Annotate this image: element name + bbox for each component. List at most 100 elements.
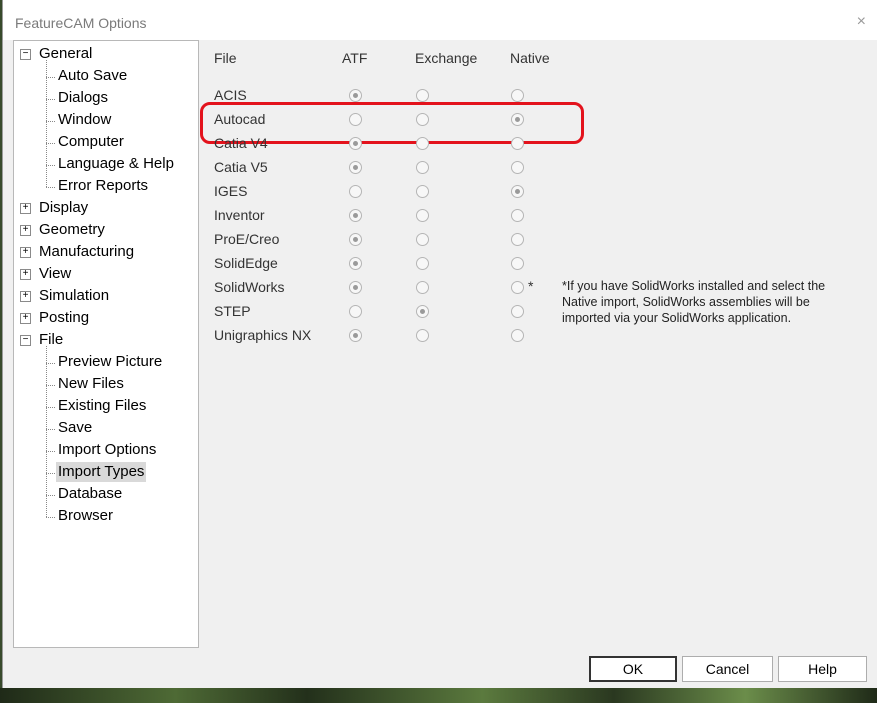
autocad-atf-radio[interactable]: [349, 113, 362, 126]
tree-item-new-files[interactable]: New Files: [58, 374, 124, 394]
tree-item-file[interactable]: File: [39, 330, 63, 350]
manufacturing-expander-icon[interactable]: +: [20, 247, 31, 258]
inventor-atf-radio[interactable]: [349, 209, 362, 222]
options-dialog: FeatureCAM Options × − General Auto Save Di…: [2, 0, 877, 688]
file-type-label-solidedge: SolidEdge: [214, 255, 278, 271]
acis-exchange-radio[interactable]: [416, 89, 429, 102]
tree-item-save[interactable]: Save: [58, 418, 92, 438]
tree-connector: [46, 77, 55, 78]
file-type-label-step: STEP: [214, 303, 251, 319]
tree-item-simulation[interactable]: Simulation: [39, 286, 109, 306]
catia-v5-native-radio[interactable]: [511, 161, 524, 174]
tree-connector: [46, 346, 47, 517]
tree-connector: [46, 99, 55, 100]
close-icon[interactable]: ×: [857, 13, 866, 31]
solidedge-native-radio[interactable]: [511, 257, 524, 270]
catia-v5-atf-radio[interactable]: [349, 161, 362, 174]
proe-creo-native-radio[interactable]: [511, 233, 524, 246]
acis-atf-radio[interactable]: [349, 89, 362, 102]
tree-item-posting[interactable]: Posting: [39, 308, 89, 328]
tree-item-computer[interactable]: Computer: [58, 132, 124, 152]
tree-item-window[interactable]: Window: [58, 110, 111, 130]
tree-connector: [46, 517, 55, 518]
tree-connector: [46, 187, 55, 188]
tree-item-import-options[interactable]: Import Options: [58, 440, 156, 460]
import-types-panel: File ATF Exchange Native * *If you have …: [200, 40, 877, 646]
unigraphics-nx-atf-radio[interactable]: [349, 329, 362, 342]
step-native-radio[interactable]: [511, 305, 524, 318]
step-atf-radio[interactable]: [349, 305, 362, 318]
file-expander-icon[interactable]: −: [20, 335, 31, 346]
unigraphics-nx-exchange-radio[interactable]: [416, 329, 429, 342]
solidworks-native-radio[interactable]: [511, 281, 524, 294]
geometry-expander-icon[interactable]: +: [20, 225, 31, 236]
file-type-label-autocad: Autocad: [214, 111, 266, 127]
solidworks-asterisk: *: [528, 278, 534, 294]
inventor-exchange-radio[interactable]: [416, 209, 429, 222]
iges-exchange-radio[interactable]: [416, 185, 429, 198]
tree-connector: [46, 121, 55, 122]
options-tree: − General Auto Save Dialogs Window Computer La…: [13, 40, 199, 648]
acis-native-radio[interactable]: [511, 89, 524, 102]
tree-connector: [46, 473, 55, 474]
tree-connector: [46, 60, 47, 187]
file-type-label-acis: ACIS: [214, 87, 247, 103]
file-type-label-proe-creo: ProE/Creo: [214, 231, 280, 247]
ok-button[interactable]: OK: [589, 656, 677, 682]
tree-item-view[interactable]: View: [39, 264, 71, 284]
file-type-label-inventor: Inventor: [214, 207, 265, 223]
solidedge-exchange-radio[interactable]: [416, 257, 429, 270]
file-type-label-catia-v5: Catia V5: [214, 159, 268, 175]
tree-item-error-reports[interactable]: Error Reports: [58, 176, 148, 196]
file-type-label-catia-v4: Catia V4: [214, 135, 268, 151]
catia-v4-native-radio[interactable]: [511, 137, 524, 150]
tree-connector: [46, 407, 55, 408]
tree-item-database[interactable]: Database: [58, 484, 122, 504]
tree-item-display[interactable]: Display: [39, 198, 88, 218]
posting-expander-icon[interactable]: +: [20, 313, 31, 324]
unigraphics-nx-native-radio[interactable]: [511, 329, 524, 342]
proe-creo-exchange-radio[interactable]: [416, 233, 429, 246]
tree-item-import-types[interactable]: Import Types: [56, 462, 147, 482]
tree-item-language-help[interactable]: Language & Help: [58, 154, 174, 174]
tree-connector: [46, 495, 55, 496]
iges-native-radio[interactable]: [511, 185, 524, 198]
catia-v5-exchange-radio[interactable]: [416, 161, 429, 174]
step-exchange-radio[interactable]: [416, 305, 429, 318]
tree-item-auto-save[interactable]: Auto Save: [58, 66, 127, 86]
window-title: FeatureCAM Options: [15, 15, 147, 31]
autocad-native-radio[interactable]: [511, 113, 524, 126]
display-expander-icon[interactable]: +: [20, 203, 31, 214]
tree-item-dialogs[interactable]: Dialogs: [58, 88, 108, 108]
help-button[interactable]: Help: [778, 656, 867, 682]
catia-v4-atf-radio[interactable]: [349, 137, 362, 150]
title-bar: FeatureCAM Options ×: [3, 0, 877, 40]
tree-connector: [46, 429, 55, 430]
catia-v4-exchange-radio[interactable]: [416, 137, 429, 150]
file-type-label-iges: IGES: [214, 183, 248, 199]
solidworks-note: *If you have SolidWorks installed and se…: [562, 279, 826, 325]
autocad-exchange-radio[interactable]: [416, 113, 429, 126]
solidworks-atf-radio[interactable]: [349, 281, 362, 294]
tree-connector: [46, 143, 55, 144]
tree-item-browser[interactable]: Browser: [58, 506, 113, 526]
simulation-expander-icon[interactable]: +: [20, 291, 31, 302]
cancel-button[interactable]: Cancel: [682, 656, 773, 682]
view-expander-icon[interactable]: +: [20, 269, 31, 280]
tree-item-preview-picture[interactable]: Preview Picture: [58, 352, 162, 372]
tree-connector: [46, 363, 55, 364]
tree-item-manufacturing[interactable]: Manufacturing: [39, 242, 134, 262]
general-expander-icon[interactable]: −: [20, 49, 31, 60]
solidedge-atf-radio[interactable]: [349, 257, 362, 270]
column-header-file: File: [214, 50, 237, 66]
tree-connector: [46, 385, 55, 386]
proe-creo-atf-radio[interactable]: [349, 233, 362, 246]
tree-item-existing-files[interactable]: Existing Files: [58, 396, 146, 416]
iges-atf-radio[interactable]: [349, 185, 362, 198]
inventor-native-radio[interactable]: [511, 209, 524, 222]
tree-item-general[interactable]: General: [39, 44, 92, 64]
tree-item-geometry[interactable]: Geometry: [39, 220, 105, 240]
tree-connector: [46, 451, 55, 452]
column-header-atf: ATF: [342, 50, 368, 66]
solidworks-exchange-radio[interactable]: [416, 281, 429, 294]
